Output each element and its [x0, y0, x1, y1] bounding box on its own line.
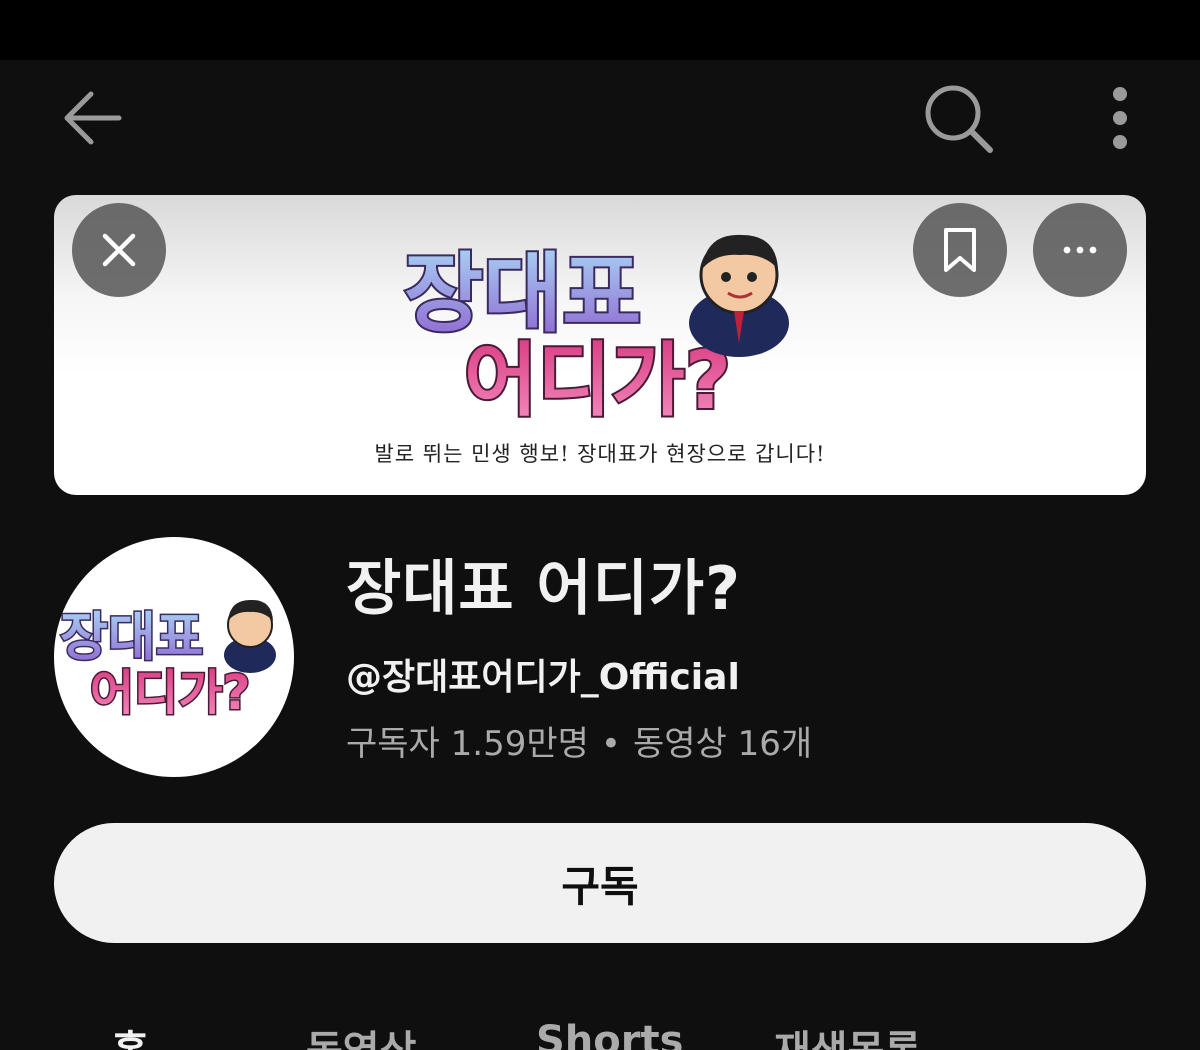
search-button[interactable] — [918, 78, 998, 158]
subscriber-count: 구독자 1.59만명 — [346, 724, 589, 764]
channel-tabs: 홈 동영상 Shorts 재생목록 — [0, 1010, 1200, 1050]
channel-logo: 장대표 어디가? — [402, 234, 789, 423]
channel-banner: 장대표 어디가? 발로 뛰는 민생 행보! 장대표가 현장으로 갑니다! — [54, 195, 1146, 495]
banner-close-button[interactable] — [72, 203, 166, 297]
more-options-button[interactable] — [1080, 78, 1160, 158]
banner-more-button[interactable] — [1033, 203, 1127, 297]
avatar-logo-line-2: 어디가? — [90, 665, 250, 721]
banner-bookmark-button[interactable] — [913, 203, 1007, 297]
status-bar — [0, 0, 1200, 60]
channel-avatar[interactable]: 장대표 어디가? — [54, 537, 294, 777]
channel-handle: @장대표어디가_Official — [346, 657, 740, 698]
back-button[interactable] — [52, 78, 132, 158]
subscribe-button[interactable]: 구독 — [54, 823, 1146, 943]
tab-videos[interactable]: 동영상 — [306, 1018, 416, 1050]
banner-tagline: 발로 뛰는 민생 행보! 장대표가 현장으로 갑니다! — [374, 442, 826, 466]
channel-name: 장대표 어디가? — [346, 554, 741, 624]
tab-shorts[interactable]: Shorts — [536, 1018, 683, 1050]
channel-stats: 구독자 1.59만명 • 동영상 16개 — [346, 716, 812, 765]
horizontal-ellipsis-icon — [1063, 246, 1097, 254]
search-icon — [925, 85, 993, 153]
bookmark-icon — [944, 228, 976, 272]
avatar-logo: 장대표 어디가? — [59, 599, 276, 723]
vertical-ellipsis-icon — [1113, 87, 1127, 149]
tab-home[interactable]: 홈 — [112, 1018, 149, 1050]
avatar-mascot — [224, 599, 276, 673]
mascot-illustration — [689, 234, 789, 357]
stats-separator: • — [600, 724, 621, 764]
logo-line-1: 장대표 — [404, 244, 641, 344]
close-icon — [102, 233, 136, 267]
logo-line-2: 어디가? — [464, 334, 731, 423]
arrow-left-icon — [64, 91, 122, 145]
avatar-logo-line-1: 장대표 — [60, 608, 204, 668]
tab-playlists[interactable]: 재생목록 — [774, 1018, 921, 1050]
video-count: 동영상 16개 — [632, 724, 813, 764]
top-app-bar — [0, 60, 1200, 175]
